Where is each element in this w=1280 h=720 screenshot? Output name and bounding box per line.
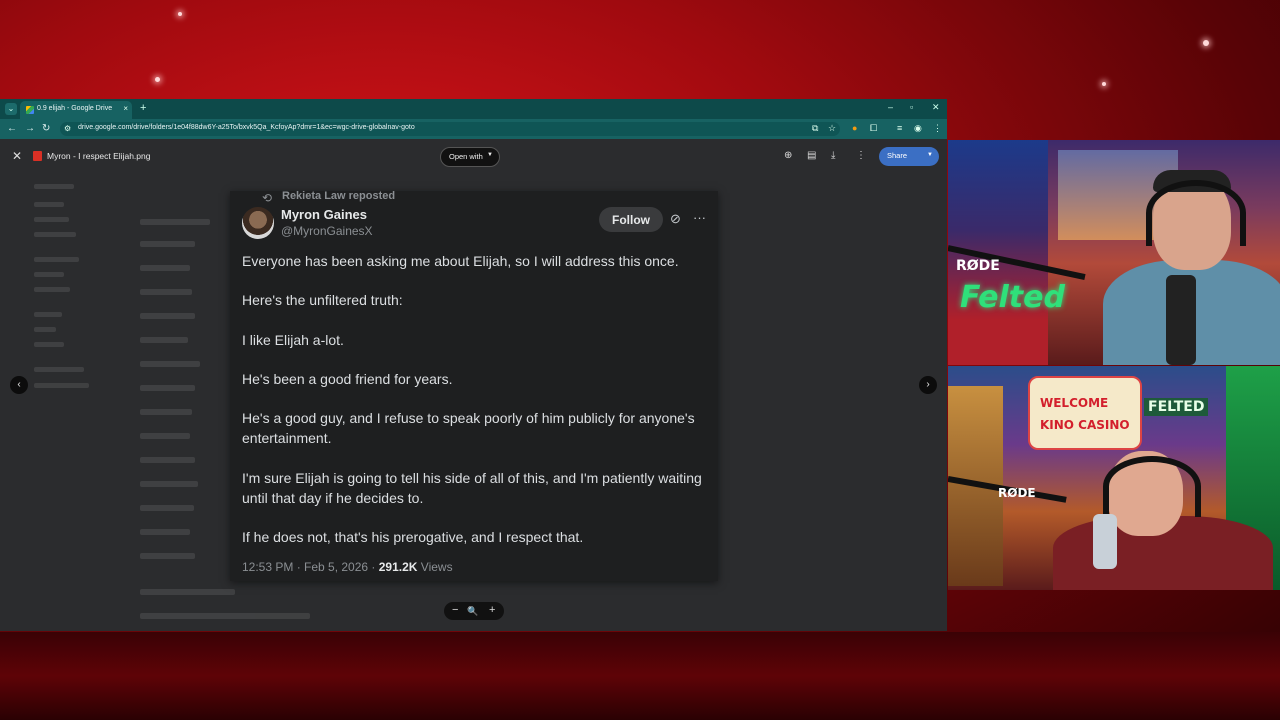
bookmark-star-icon[interactable]: ☆ [828, 123, 836, 134]
webcam-host-2: WELCOME KINO CASINO FELTED RØDE [948, 366, 1280, 590]
welcome-sign: WELCOME [1040, 396, 1109, 410]
previous-file-icon[interactable]: ‹ [10, 376, 28, 394]
tab-google-drive[interactable]: 0.9 elijah - Google Drive × [20, 101, 132, 119]
address-bar: ← → ↻ ⚙ drive.google.com/drive/folders/1… [0, 119, 947, 139]
microphone [1093, 514, 1117, 569]
share-caret-icon[interactable]: ▼ [927, 152, 933, 158]
more-actions-icon[interactable]: ⋮ [856, 150, 866, 161]
caret-down-icon: ▼ [487, 152, 493, 158]
views-count: 291.2K [378, 560, 418, 574]
share-label: Share [887, 151, 908, 160]
open-with-button[interactable]: Open with ▼ [440, 147, 500, 167]
tweet-time: 12:53 PM · Feb 5, 2026 · [242, 560, 379, 574]
tweet-paragraph: I like Elijah a-lot. [242, 332, 344, 348]
next-file-icon[interactable]: › [919, 376, 937, 394]
browser-menu-icon[interactable]: ⋮ [933, 123, 942, 134]
sparkle [155, 77, 160, 82]
tweet-card: ⟲ Rekieta Law reposted Myron Gaines @Myr… [230, 190, 718, 581]
profile-avatar-icon[interactable]: ◉ [914, 123, 922, 134]
back-icon[interactable]: ← [7, 123, 17, 134]
window-close-icon[interactable]: ✕ [932, 102, 940, 113]
tweet-meta: 12:53 PM · Feb 5, 2026 · 291.2K Views [242, 560, 453, 574]
kino-casino-sign: KINO CASINO [1040, 418, 1130, 432]
share-button[interactable]: Share ▼ [879, 147, 939, 166]
media-icon[interactable]: ≡ [897, 123, 902, 133]
reload-icon[interactable]: ↻ [42, 123, 50, 134]
tab-bar: ⌄ 0.9 elijah - Google Drive × + – ▫ ✕ [0, 99, 947, 119]
headphones [1146, 180, 1246, 246]
webcam-host-1: Felted RØDE [948, 140, 1280, 365]
new-tab-button[interactable]: + [140, 102, 146, 114]
tab-title: 0.9 elijah - Google Drive [37, 105, 113, 112]
zoom-icon[interactable]: 🔍 [467, 606, 478, 617]
headphones [1103, 456, 1201, 517]
follow-button: Follow [599, 207, 663, 232]
author-handle: @MyronGainesX [281, 224, 373, 238]
site-info-icon[interactable]: ⚙ [64, 124, 71, 133]
zoom-out-button[interactable]: − [452, 604, 458, 616]
microphone [1166, 275, 1196, 365]
tweet-paragraph: Everyone has been asking me about Elijah… [242, 253, 679, 269]
url-field[interactable]: ⚙ drive.google.com/drive/folders/1e04f88… [60, 122, 840, 136]
tweet-paragraph: He's been a good friend for years. [242, 371, 453, 387]
minimize-icon[interactable]: – [888, 102, 893, 112]
file-name: Myron - I respect Elijah.png [47, 151, 151, 161]
tweet-paragraph: I'm sure Elijah is going to tell his sid… [242, 470, 702, 506]
reposted-by: Rekieta Law reposted [282, 190, 396, 202]
extension-icon[interactable]: ● [852, 123, 857, 133]
tweet-paragraph: He's a good guy, and I refuse to speak p… [242, 410, 695, 446]
comment-icon[interactable]: ▤ [807, 150, 816, 161]
mic-brand-label: RØDE [956, 258, 1000, 274]
forward-icon[interactable]: → [25, 123, 35, 134]
download-icon[interactable]: ⤓ [831, 150, 835, 161]
tweet-paragraph: If he does not, that's his prerogative, … [242, 529, 584, 545]
tweet-paragraph: Here's the unfiltered truth: [242, 292, 403, 308]
more-icon: ··· [693, 210, 706, 225]
follow-label: Follow [612, 213, 650, 227]
viewer-close-icon[interactable]: ✕ [12, 149, 22, 163]
open-with-label: Open with [449, 152, 483, 161]
felted-neon-sign: Felted [960, 280, 1065, 315]
grok-icon: ⊘ [670, 211, 681, 226]
image-file-icon [33, 151, 42, 161]
extensions-puzzle-icon[interactable]: ⧠ [870, 123, 877, 134]
repost-icon: ⟲ [262, 191, 273, 205]
mic-brand-label: RØDE [998, 486, 1036, 500]
zoom-controls: − 🔍 + [444, 602, 504, 620]
maximize-icon[interactable]: ▫ [910, 102, 913, 112]
sparkle [1203, 40, 1209, 46]
google-drive-icon [26, 106, 34, 114]
tab-close-icon[interactable]: × [123, 104, 128, 113]
sparkle [1102, 82, 1106, 86]
background-bottom [0, 632, 1280, 720]
tab-search-icon[interactable]: ⌄ [5, 103, 17, 115]
author-name: Myron Gaines [281, 207, 367, 222]
welcome-sign-board [1028, 376, 1142, 450]
install-app-icon[interactable]: ⧉ [812, 123, 818, 134]
views-label: Views [417, 560, 453, 574]
avatar [242, 207, 274, 239]
add-to-folder-icon[interactable]: ⊕ [784, 150, 792, 161]
sparkle [178, 12, 182, 16]
viewer-toolbar: ✕ Myron - I respect Elijah.png Open with… [0, 139, 947, 175]
felted-sign: FELTED [1144, 398, 1209, 416]
url-text: drive.google.com/drive/folders/1e04f88dw… [78, 124, 415, 131]
zoom-in-button[interactable]: + [489, 604, 495, 616]
